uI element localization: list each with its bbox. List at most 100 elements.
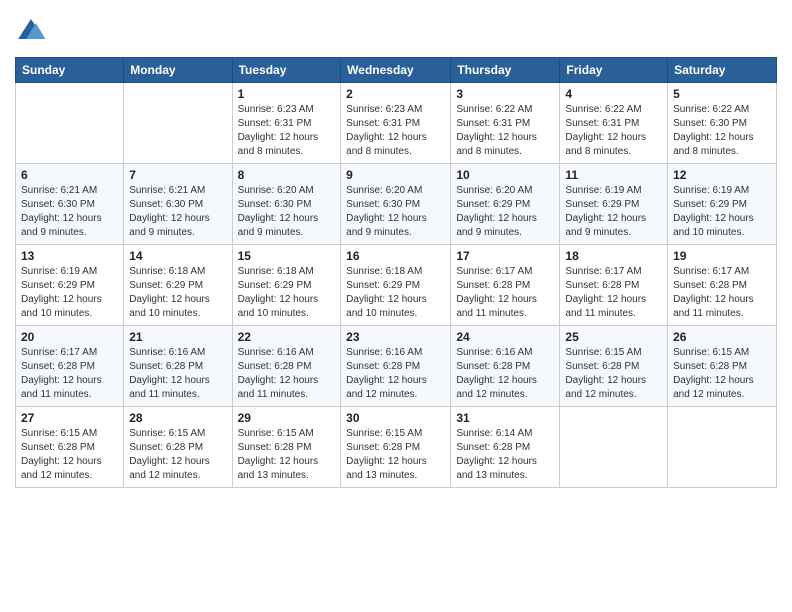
page: SundayMondayTuesdayWednesdayThursdayFrid…	[0, 0, 792, 612]
day-info: Sunrise: 6:16 AM Sunset: 6:28 PM Dayligh…	[346, 346, 445, 402]
weekday-header-tuesday: Tuesday	[232, 58, 341, 83]
day-info: Sunrise: 6:17 AM Sunset: 6:28 PM Dayligh…	[565, 265, 662, 321]
day-number: 7	[129, 168, 226, 182]
day-info: Sunrise: 6:22 AM Sunset: 6:31 PM Dayligh…	[565, 103, 662, 159]
day-info: Sunrise: 6:22 AM Sunset: 6:30 PM Dayligh…	[673, 103, 771, 159]
day-number: 27	[21, 411, 118, 425]
calendar-cell: 22 Sunrise: 6:16 AM Sunset: 6:28 PM Dayli…	[232, 326, 341, 407]
calendar-cell: 1 Sunrise: 6:23 AM Sunset: 6:31 PM Daylig…	[232, 83, 341, 164]
day-number: 10	[456, 168, 554, 182]
day-number: 4	[565, 87, 662, 101]
day-info: Sunrise: 6:20 AM Sunset: 6:30 PM Dayligh…	[346, 184, 445, 240]
weekday-header-row: SundayMondayTuesdayWednesdayThursdayFrid…	[16, 58, 777, 83]
calendar-cell: 11 Sunrise: 6:19 AM Sunset: 6:29 PM Dayli…	[560, 164, 668, 245]
week-row-5: 27 Sunrise: 6:15 AM Sunset: 6:28 PM Dayli…	[16, 407, 777, 488]
day-info: Sunrise: 6:19 AM Sunset: 6:29 PM Dayligh…	[565, 184, 662, 240]
day-number: 22	[238, 330, 336, 344]
calendar-cell: 10 Sunrise: 6:20 AM Sunset: 6:29 PM Dayli…	[451, 164, 560, 245]
day-number: 3	[456, 87, 554, 101]
day-number: 13	[21, 249, 118, 263]
calendar-cell: 18 Sunrise: 6:17 AM Sunset: 6:28 PM Dayli…	[560, 245, 668, 326]
day-number: 5	[673, 87, 771, 101]
calendar-cell: 5 Sunrise: 6:22 AM Sunset: 6:30 PM Daylig…	[668, 83, 777, 164]
day-info: Sunrise: 6:17 AM Sunset: 6:28 PM Dayligh…	[673, 265, 771, 321]
weekday-header-wednesday: Wednesday	[341, 58, 451, 83]
day-number: 29	[238, 411, 336, 425]
day-info: Sunrise: 6:16 AM Sunset: 6:28 PM Dayligh…	[129, 346, 226, 402]
day-number: 20	[21, 330, 118, 344]
day-info: Sunrise: 6:18 AM Sunset: 6:29 PM Dayligh…	[346, 265, 445, 321]
calendar-cell	[668, 407, 777, 488]
day-info: Sunrise: 6:16 AM Sunset: 6:28 PM Dayligh…	[238, 346, 336, 402]
week-row-4: 20 Sunrise: 6:17 AM Sunset: 6:28 PM Dayli…	[16, 326, 777, 407]
calendar-cell: 23 Sunrise: 6:16 AM Sunset: 6:28 PM Dayli…	[341, 326, 451, 407]
day-number: 24	[456, 330, 554, 344]
calendar-cell: 21 Sunrise: 6:16 AM Sunset: 6:28 PM Dayli…	[124, 326, 232, 407]
week-row-1: 1 Sunrise: 6:23 AM Sunset: 6:31 PM Daylig…	[16, 83, 777, 164]
calendar-cell: 28 Sunrise: 6:15 AM Sunset: 6:28 PM Dayli…	[124, 407, 232, 488]
day-number: 23	[346, 330, 445, 344]
day-info: Sunrise: 6:17 AM Sunset: 6:28 PM Dayligh…	[21, 346, 118, 402]
week-row-2: 6Sunrise: 6:21 AM Sunset: 6:30 PM Daylig…	[16, 164, 777, 245]
calendar-cell: 17Sunrise: 6:17 AM Sunset: 6:28 PM Dayli…	[451, 245, 560, 326]
day-info: Sunrise: 6:15 AM Sunset: 6:28 PM Dayligh…	[238, 427, 336, 483]
day-number: 11	[565, 168, 662, 182]
calendar-table: SundayMondayTuesdayWednesdayThursdayFrid…	[15, 57, 777, 488]
day-number: 19	[673, 249, 771, 263]
day-number: 1	[238, 87, 336, 101]
calendar-cell: 12 Sunrise: 6:19 AM Sunset: 6:29 PM Dayli…	[668, 164, 777, 245]
calendar-cell	[560, 407, 668, 488]
calendar-cell: 8Sunrise: 6:20 AM Sunset: 6:30 PM Daylig…	[232, 164, 341, 245]
calendar-cell: 24Sunrise: 6:16 AM Sunset: 6:28 PM Dayli…	[451, 326, 560, 407]
day-number: 31	[456, 411, 554, 425]
weekday-header-thursday: Thursday	[451, 58, 560, 83]
calendar-cell: 20 Sunrise: 6:17 AM Sunset: 6:28 PM Dayli…	[16, 326, 124, 407]
day-info: Sunrise: 6:20 AM Sunset: 6:29 PM Dayligh…	[456, 184, 554, 240]
day-info: Sunrise: 6:23 AM Sunset: 6:31 PM Dayligh…	[238, 103, 336, 159]
day-number: 30	[346, 411, 445, 425]
weekday-header-monday: Monday	[124, 58, 232, 83]
day-number: 18	[565, 249, 662, 263]
day-info: Sunrise: 6:15 AM Sunset: 6:28 PM Dayligh…	[346, 427, 445, 483]
day-number: 15	[238, 249, 336, 263]
calendar-cell: 31 Sunrise: 6:14 AM Sunset: 6:28 PM Dayli…	[451, 407, 560, 488]
calendar-cell	[16, 83, 124, 164]
day-number: 26	[673, 330, 771, 344]
day-info: Sunrise: 6:18 AM Sunset: 6:29 PM Dayligh…	[238, 265, 336, 321]
calendar-cell: 2 Sunrise: 6:23 AM Sunset: 6:31 PM Daylig…	[341, 83, 451, 164]
day-info: Sunrise: 6:15 AM Sunset: 6:28 PM Dayligh…	[565, 346, 662, 402]
weekday-header-saturday: Saturday	[668, 58, 777, 83]
day-number: 12	[673, 168, 771, 182]
day-number: 28	[129, 411, 226, 425]
calendar-cell: 6Sunrise: 6:21 AM Sunset: 6:30 PM Daylig…	[16, 164, 124, 245]
calendar-cell: 29 Sunrise: 6:15 AM Sunset: 6:28 PM Dayli…	[232, 407, 341, 488]
calendar-cell: 14Sunrise: 6:18 AM Sunset: 6:29 PM Dayli…	[124, 245, 232, 326]
calendar-cell: 25 Sunrise: 6:15 AM Sunset: 6:28 PM Dayli…	[560, 326, 668, 407]
day-info: Sunrise: 6:14 AM Sunset: 6:28 PM Dayligh…	[456, 427, 554, 483]
day-number: 9	[346, 168, 445, 182]
calendar-cell: 30 Sunrise: 6:15 AM Sunset: 6:28 PM Dayli…	[341, 407, 451, 488]
calendar-cell: 3Sunrise: 6:22 AM Sunset: 6:31 PM Daylig…	[451, 83, 560, 164]
logo-icon	[15, 15, 47, 47]
day-number: 14	[129, 249, 226, 263]
day-info: Sunrise: 6:21 AM Sunset: 6:30 PM Dayligh…	[21, 184, 118, 240]
day-info: Sunrise: 6:23 AM Sunset: 6:31 PM Dayligh…	[346, 103, 445, 159]
logo	[15, 15, 51, 47]
day-info: Sunrise: 6:15 AM Sunset: 6:28 PM Dayligh…	[21, 427, 118, 483]
day-number: 16	[346, 249, 445, 263]
day-number: 21	[129, 330, 226, 344]
header	[15, 15, 777, 47]
day-info: Sunrise: 6:17 AM Sunset: 6:28 PM Dayligh…	[456, 265, 554, 321]
day-number: 2	[346, 87, 445, 101]
calendar-cell: 4 Sunrise: 6:22 AM Sunset: 6:31 PM Daylig…	[560, 83, 668, 164]
day-info: Sunrise: 6:19 AM Sunset: 6:29 PM Dayligh…	[673, 184, 771, 240]
day-number: 25	[565, 330, 662, 344]
calendar-cell: 7 Sunrise: 6:21 AM Sunset: 6:30 PM Daylig…	[124, 164, 232, 245]
calendar-cell: 13Sunrise: 6:19 AM Sunset: 6:29 PM Dayli…	[16, 245, 124, 326]
day-info: Sunrise: 6:15 AM Sunset: 6:28 PM Dayligh…	[129, 427, 226, 483]
day-info: Sunrise: 6:21 AM Sunset: 6:30 PM Dayligh…	[129, 184, 226, 240]
calendar-cell: 15 Sunrise: 6:18 AM Sunset: 6:29 PM Dayli…	[232, 245, 341, 326]
day-info: Sunrise: 6:20 AM Sunset: 6:30 PM Dayligh…	[238, 184, 336, 240]
calendar-cell: 19 Sunrise: 6:17 AM Sunset: 6:28 PM Dayli…	[668, 245, 777, 326]
calendar-cell	[124, 83, 232, 164]
